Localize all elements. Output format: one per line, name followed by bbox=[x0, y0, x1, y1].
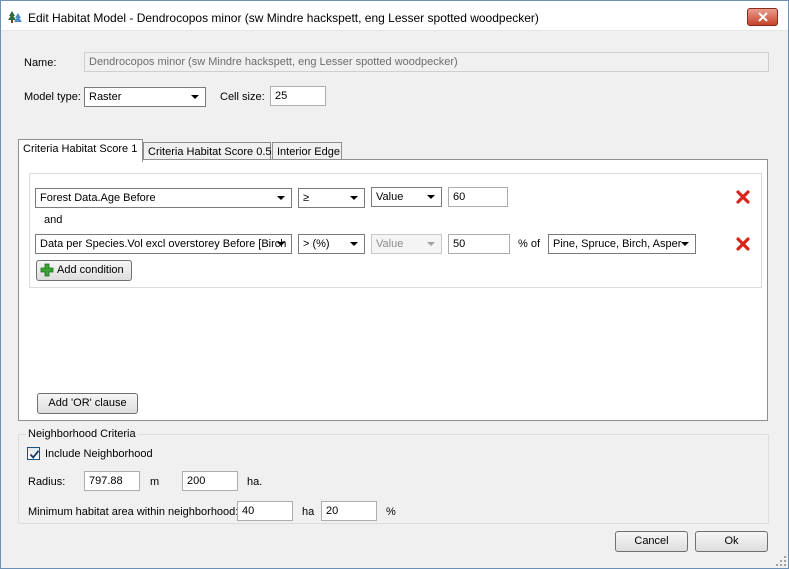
condition-value-type: Value bbox=[376, 191, 404, 203]
condition-2-field-select[interactable]: Data per Species.Vol excl overstorey Bef… bbox=[35, 234, 292, 254]
radius-input[interactable]: 797.88 bbox=[84, 471, 140, 491]
neighborhood-group-title: Neighborhood Criteria bbox=[26, 428, 138, 440]
dialog-window: Edit Habitat Model - Dendrocopos minor (… bbox=[0, 0, 789, 569]
cell-size-input[interactable]: 25 bbox=[270, 86, 326, 106]
chevron-down-icon bbox=[427, 195, 435, 199]
min-percent-unit-label: % bbox=[386, 506, 396, 518]
name-field[interactable]: Dendrocopos minor (sw Mindre hackspett, … bbox=[84, 52, 769, 72]
include-neighborhood-checkbox[interactable] bbox=[27, 447, 40, 460]
tab-label: Criteria Habitat Score 0.5 bbox=[148, 146, 272, 158]
tree-app-icon bbox=[8, 10, 22, 24]
criteria-tab-panel: Forest Data.Age Before ≥ Value 60 and Da… bbox=[18, 159, 768, 421]
condition-operator-value: ≥ bbox=[303, 192, 310, 204]
condition-operator-value: > (%) bbox=[303, 238, 330, 250]
percent-of-label: % of bbox=[518, 238, 541, 250]
and-label: and bbox=[44, 214, 63, 226]
model-type-select[interactable]: Raster bbox=[84, 87, 206, 107]
chevron-down-icon bbox=[350, 196, 358, 200]
delete-condition-2-icon[interactable] bbox=[736, 237, 750, 251]
include-neighborhood-label[interactable]: Include Neighborhood bbox=[45, 448, 153, 460]
green-plus-icon bbox=[40, 263, 54, 284]
min-area-label: Minimum habitat area within neighborhood… bbox=[28, 506, 239, 518]
close-button[interactable] bbox=[747, 8, 778, 26]
name-label: Name: bbox=[24, 57, 57, 69]
checkmark-icon bbox=[29, 450, 40, 459]
condition-field-value: Forest Data.Age Before bbox=[40, 192, 156, 204]
add-condition-label: Add condition bbox=[57, 264, 124, 276]
min-area-unit-label: ha bbox=[302, 506, 315, 518]
add-or-clause-button[interactable]: Add 'OR' clause bbox=[37, 393, 138, 414]
radius-label: Radius: bbox=[28, 476, 66, 488]
radius-unit-label: m bbox=[150, 476, 160, 488]
cell-size-label: Cell size: bbox=[220, 91, 265, 103]
title-bar[interactable]: Edit Habitat Model - Dendrocopos minor (… bbox=[1, 1, 788, 31]
tab-label: Interior Edge bbox=[277, 146, 340, 158]
model-type-label: Model type: bbox=[24, 91, 81, 103]
tab-criteria-habitat-score-1[interactable]: Criteria Habitat Score 1 bbox=[18, 139, 143, 162]
area-unit-label: ha. bbox=[247, 476, 263, 488]
window-title: Edit Habitat Model - Dendrocopos minor (… bbox=[28, 11, 539, 25]
condition-2-value-type-select[interactable]: Value bbox=[371, 234, 442, 254]
condition-1-operator-select[interactable]: ≥ bbox=[298, 188, 365, 208]
condition-2-percent-of-select[interactable]: Pine, Spruce, Birch, Asper bbox=[548, 234, 696, 254]
chevron-down-icon bbox=[277, 196, 285, 200]
area-input[interactable]: 200 bbox=[182, 471, 238, 491]
chevron-down-icon bbox=[350, 242, 358, 246]
cancel-button[interactable]: Cancel bbox=[615, 531, 688, 552]
model-type-value: Raster bbox=[89, 91, 122, 103]
ok-button[interactable]: Ok bbox=[695, 531, 768, 552]
condition-group: Forest Data.Age Before ≥ Value 60 and Da… bbox=[29, 173, 762, 288]
condition-1-value-type-select[interactable]: Value bbox=[371, 187, 442, 207]
condition-field-value: Data per Species.Vol excl overstorey Bef… bbox=[40, 238, 287, 250]
chevron-down-icon bbox=[427, 242, 435, 246]
percent-of-value: Pine, Spruce, Birch, Asper bbox=[553, 238, 682, 250]
chevron-down-icon bbox=[277, 242, 285, 246]
min-area-input[interactable]: 40 bbox=[237, 501, 293, 521]
tab-label: Criteria Habitat Score 1 bbox=[23, 143, 138, 155]
add-condition-button[interactable]: Add condition bbox=[36, 260, 132, 281]
chevron-down-icon bbox=[191, 95, 199, 99]
close-icon bbox=[758, 12, 768, 22]
delete-condition-1-icon[interactable] bbox=[736, 190, 750, 204]
condition-1-field-select[interactable]: Forest Data.Age Before bbox=[35, 188, 292, 208]
resize-grip-icon[interactable] bbox=[776, 556, 786, 566]
condition-2-value-input[interactable]: 50 bbox=[448, 234, 510, 254]
condition-value-type: Value bbox=[376, 238, 404, 250]
condition-2-operator-select[interactable]: > (%) bbox=[298, 234, 365, 254]
condition-1-value-input[interactable]: 60 bbox=[448, 187, 508, 207]
min-percent-input[interactable]: 20 bbox=[321, 501, 377, 521]
chevron-down-icon bbox=[681, 242, 689, 246]
